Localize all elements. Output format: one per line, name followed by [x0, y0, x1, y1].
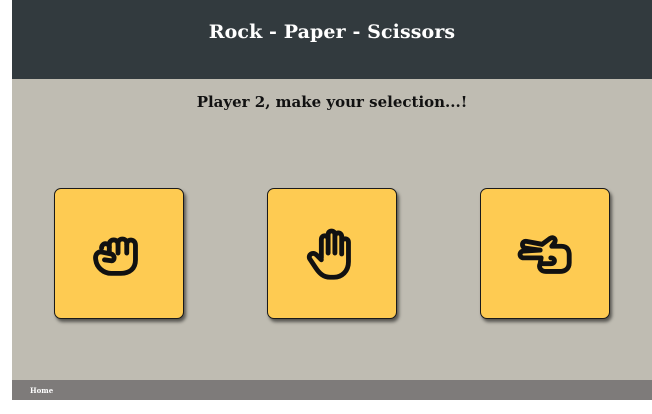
scissors-choice-button[interactable] — [480, 188, 610, 319]
home-link[interactable]: Home — [30, 386, 53, 395]
rock-choice-button[interactable] — [54, 188, 184, 319]
game-app: Rock - Paper - Scissors Player 2, make y… — [12, 0, 652, 400]
selection-prompt: Player 2, make your selection...! — [196, 93, 468, 111]
scissors-hand-icon — [517, 234, 572, 274]
paper-choice-button[interactable] — [267, 188, 397, 319]
fist-icon — [93, 236, 138, 276]
open-hand-icon — [306, 228, 351, 280]
page-header: Rock - Paper - Scissors — [12, 0, 652, 79]
page-title: Rock - Paper - Scissors — [208, 20, 456, 43]
page-footer: Home — [12, 380, 652, 400]
